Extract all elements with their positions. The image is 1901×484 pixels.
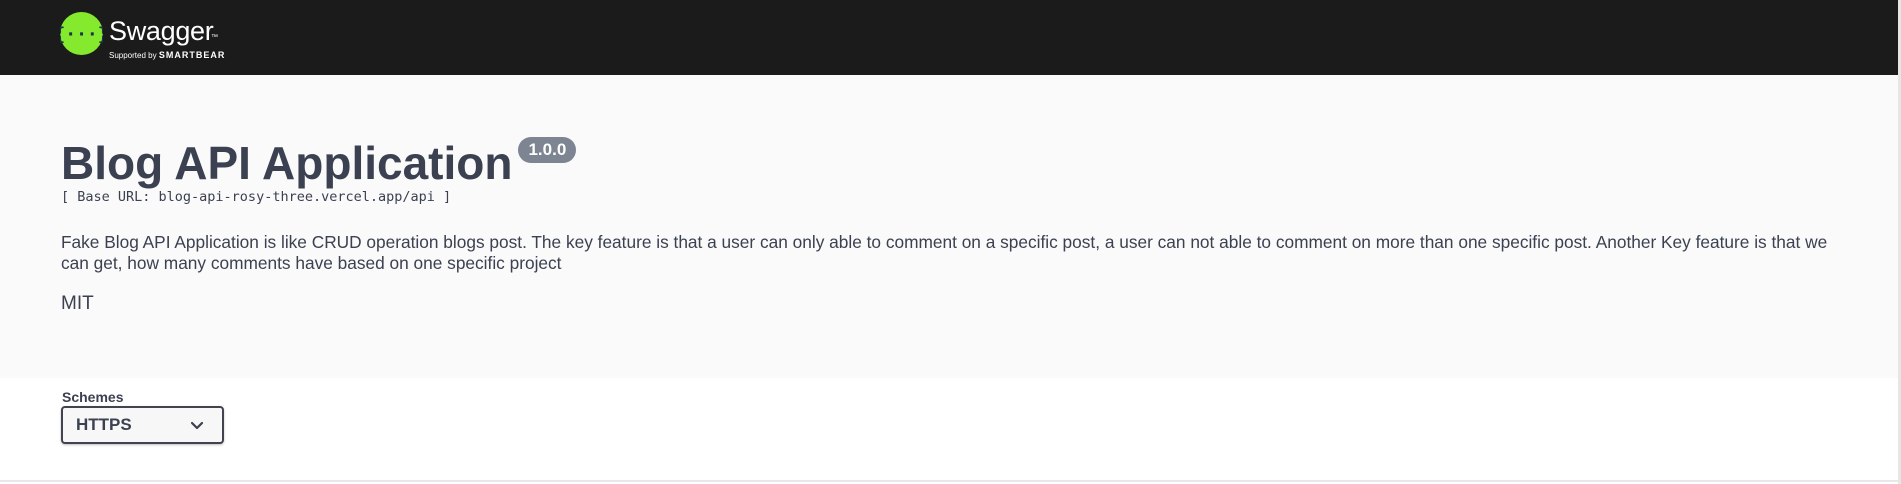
page-title: Blog API Application bbox=[61, 137, 513, 189]
schemes-selected-value: HTTPS bbox=[76, 415, 132, 434]
schemes-select[interactable]: HTTPS bbox=[61, 406, 224, 444]
brand-name: Swagger bbox=[109, 16, 214, 46]
swagger-braces-icon: {···} bbox=[60, 12, 103, 55]
svg-text:{···}: {···} bbox=[60, 24, 103, 45]
api-description: Fake Blog API Application is like CRUD o… bbox=[61, 232, 1828, 273]
license-link[interactable]: MIT bbox=[61, 292, 94, 316]
info-section: Blog API Application 1.0.0 [ Base URL: b… bbox=[0, 75, 1898, 378]
brand-trademark: ™ bbox=[211, 34, 218, 41]
title-row: Blog API Application 1.0.0 bbox=[61, 137, 577, 189]
smartbear-label: SMARTBEAR bbox=[158, 50, 226, 60]
swagger-logo-link[interactable]: {···} Swagger ™ Supported by SMARTBEAR bbox=[60, 12, 225, 62]
supported-by-label: Supported by bbox=[109, 51, 157, 60]
divider bbox=[0, 480, 1898, 482]
topbar: {···} Swagger ™ Supported by SMARTBEAR bbox=[0, 0, 1901, 75]
schemes-label: Schemes bbox=[62, 389, 124, 405]
base-url: [ Base URL: blog-api-rosy-three.vercel.a… bbox=[61, 189, 452, 205]
version-badge: 1.0.0 bbox=[518, 137, 577, 163]
chevron-down-icon bbox=[190, 419, 204, 437]
supported-by: Supported by SMARTBEAR bbox=[109, 50, 225, 61]
